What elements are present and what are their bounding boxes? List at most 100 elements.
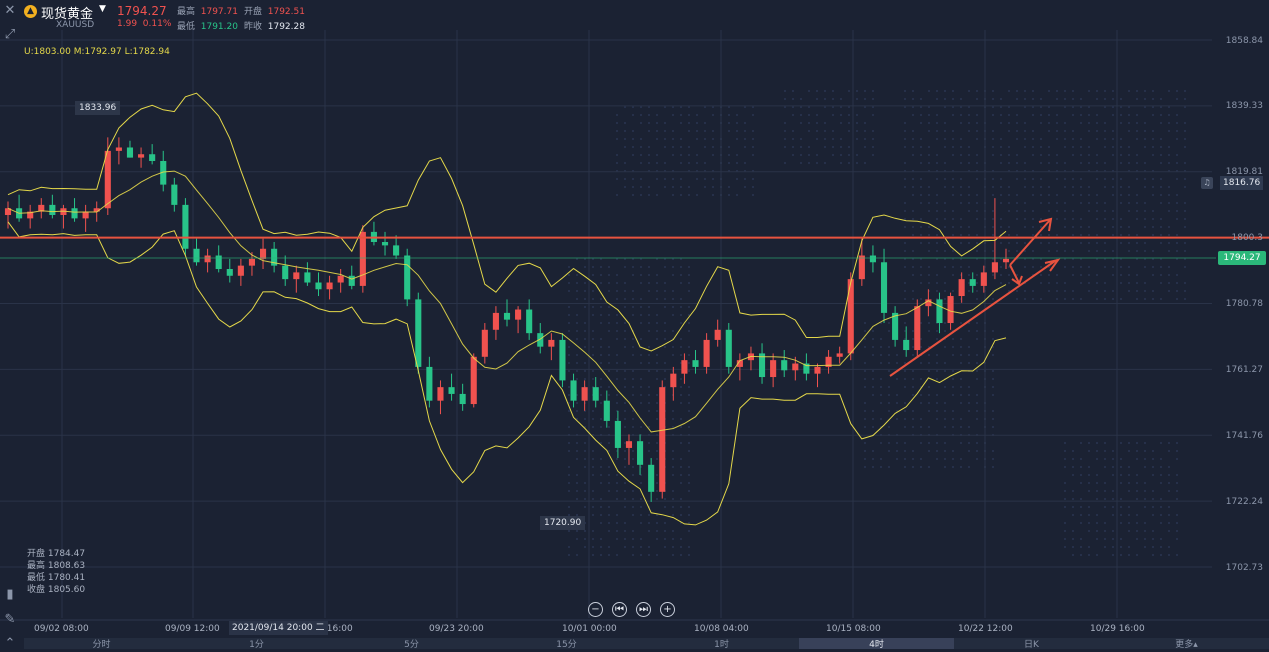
tab-timeframe-more[interactable]: 更多▴: [1109, 638, 1264, 650]
map-dot: [920, 442, 922, 444]
map-dot: [752, 114, 754, 116]
tab-timeframe[interactable]: 1时: [644, 638, 799, 650]
bell-icon[interactable]: ♫: [1201, 177, 1213, 189]
map-dot: [576, 282, 578, 284]
last-price: 1794.27: [117, 4, 167, 18]
zoom-out-icon[interactable]: −: [588, 602, 603, 617]
indicator-icon[interactable]: ▮: [2, 587, 18, 603]
candle-body: [526, 309, 533, 334]
map-dot: [880, 458, 882, 460]
map-dot: [840, 162, 842, 164]
map-dot: [648, 306, 650, 308]
prev-icon[interactable]: ⏮: [612, 602, 627, 617]
candle-body: [259, 248, 267, 259]
candle-body: [625, 441, 633, 448]
map-dot: [576, 498, 578, 500]
map-dot: [928, 394, 930, 396]
map-dot: [928, 202, 930, 204]
map-dot: [976, 354, 978, 356]
map-dot: [952, 426, 954, 428]
map-dot: [640, 146, 642, 148]
map-dot: [1112, 514, 1114, 516]
last-price-tag: 1794.27: [1218, 251, 1266, 265]
price-chart[interactable]: [0, 0, 1269, 649]
map-dot: [992, 410, 994, 412]
map-dot: [624, 418, 626, 420]
map-dot: [960, 218, 962, 220]
map-dot: [1160, 194, 1162, 196]
tab-timeframe[interactable]: 分时: [24, 638, 179, 650]
candle-body: [459, 393, 466, 405]
draw-tool-icon[interactable]: ⤢: [2, 27, 18, 43]
map-dot: [608, 266, 610, 268]
map-dot: [944, 138, 946, 140]
map-dot: [736, 154, 738, 156]
collapse-icon[interactable]: ⌃: [2, 636, 18, 652]
map-dot: [848, 146, 850, 148]
map-dot: [1008, 226, 1010, 228]
map-dot: [920, 178, 922, 180]
map-dot: [976, 450, 978, 452]
map-dot: [632, 474, 634, 476]
map-dot: [608, 386, 610, 388]
tab-timeframe[interactable]: 15分: [489, 638, 644, 650]
map-dot: [944, 90, 946, 92]
map-dot: [1096, 450, 1098, 452]
tab-timeframe[interactable]: 日K: [954, 638, 1109, 650]
map-dot: [904, 186, 906, 188]
map-dot: [1072, 178, 1074, 180]
map-dot: [688, 282, 690, 284]
high-value: 1797.71: [200, 7, 238, 17]
map-dot: [1136, 210, 1138, 212]
map-dot: [568, 290, 570, 292]
tab-timeframe[interactable]: 1分: [179, 638, 334, 650]
alert-price-tag[interactable]: 1816.76: [1220, 176, 1264, 190]
map-dot: [936, 218, 938, 220]
close-icon[interactable]: ✕: [2, 3, 18, 19]
map-dot: [944, 226, 946, 228]
map-dot: [936, 450, 938, 452]
next-icon[interactable]: ⏭: [636, 602, 651, 617]
zoom-in-icon[interactable]: +: [660, 602, 675, 617]
map-dot: [864, 330, 866, 332]
map-dot: [1128, 290, 1130, 292]
map-dot: [704, 138, 706, 140]
extreme-high-label: 1833.96: [75, 101, 121, 115]
map-dot: [936, 234, 938, 236]
map-dot: [1160, 482, 1162, 484]
map-dot: [1120, 298, 1122, 300]
map-dot: [1064, 242, 1066, 244]
map-dot: [680, 482, 682, 484]
candle-body: [337, 275, 344, 283]
map-dot: [1128, 130, 1130, 132]
map-dot: [672, 194, 674, 196]
map-dot: [968, 410, 970, 412]
tab-timeframe-active[interactable]: 4时: [799, 638, 954, 650]
map-dot: [616, 554, 618, 556]
map-dot: [1112, 466, 1114, 468]
map-dot: [960, 266, 962, 268]
map-dot: [856, 138, 858, 140]
pen-icon[interactable]: ✎: [2, 612, 18, 628]
map-dot: [976, 402, 978, 404]
map-dot: [976, 242, 978, 244]
map-dot: [584, 490, 586, 492]
map-dot: [928, 250, 930, 252]
map-dot: [688, 410, 690, 412]
map-dot: [1080, 186, 1082, 188]
map-dot: [904, 402, 906, 404]
map-dot: [608, 474, 610, 476]
map-dot: [752, 194, 754, 196]
map-dot: [960, 378, 962, 380]
map-dot: [1000, 122, 1002, 124]
map-dot: [1168, 226, 1170, 228]
map-dot: [976, 234, 978, 236]
map-dot: [1072, 210, 1074, 212]
map-dot: [1040, 98, 1042, 100]
map-dot: [912, 226, 914, 228]
chevron-down-icon[interactable]: ▼: [99, 4, 106, 14]
change-percent: 0.11%: [142, 19, 172, 29]
low-label: 最低: [177, 22, 196, 32]
tab-timeframe[interactable]: 5分: [334, 638, 489, 650]
candle-body: [248, 258, 256, 266]
